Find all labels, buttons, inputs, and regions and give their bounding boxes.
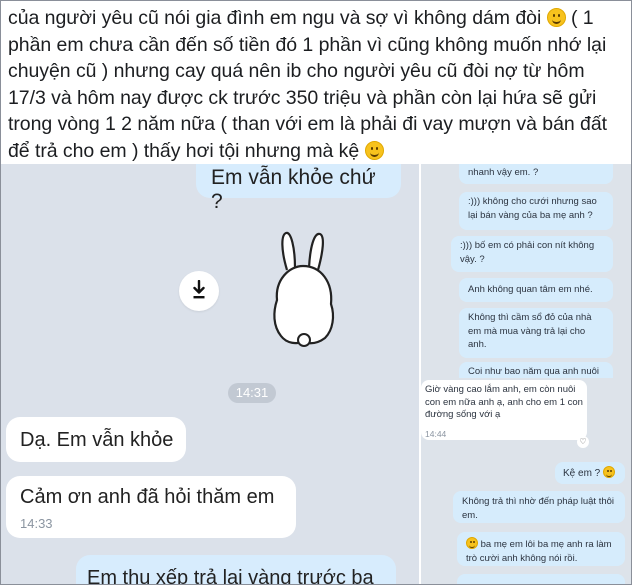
sent-message-bubble: :))) không cho cưới nhưng sao lại bán và… — [459, 192, 613, 230]
received-message-bubble: Cảm ơn anh đã hỏi thăm em 14:33 — [6, 476, 296, 538]
collage-frame: của người yêu cũ nói gia đình em ngu và … — [0, 0, 632, 585]
message-timestamp: 14:33 — [20, 516, 53, 531]
timestamp-pill: 14:31 — [228, 383, 276, 403]
download-button[interactable] — [179, 271, 219, 311]
sent-message-bubble: Kệ em ? — [555, 462, 625, 484]
slightly-smiling-face-icon — [546, 8, 566, 27]
caption-line-1: của người yêu cũ nói gia đình em ngu và … — [8, 7, 594, 29]
post-caption: của người yêu cũ nói gia đình em ngu và … — [1, 1, 631, 162]
sent-message-bubble: Coi như bao năm qua anh nuôi — [459, 362, 613, 378]
grinning-face-icon — [466, 537, 478, 549]
received-message-bubble: Dạ. Em vẫn khỏe — [6, 417, 186, 462]
heart-reaction-icon[interactable]: ♡ — [577, 436, 589, 448]
sent-message-bubble: Anh không quan tâm em nhé. — [459, 278, 613, 302]
received-message-bubble: Giờ vàng cao lắm anh, em còn nuôi con em… — [421, 380, 587, 440]
sent-message-bubble: nhanh vậy em. ? — [459, 164, 613, 184]
caption-line-6: để trả cho em ) thấy hơi tội nhưng mà kệ — [8, 138, 625, 165]
caption-line-3: chuyện cũ ) nhưng cay quá nên ib cho ngư… — [8, 60, 585, 82]
sent-message-bubble: Không thì cầm sổ đỏ của nhà em mà mua và… — [459, 308, 613, 358]
sent-message-bubble: ... — [457, 574, 625, 584]
sent-message-bubble: Không trả thì nhờ đến pháp luật thôi em. — [453, 491, 625, 523]
white-bunny-sticker — [273, 231, 335, 347]
caption-line-4: 17/3 và hôm nay được ck trước 350 triệu … — [8, 86, 597, 109]
sent-message-bubble: ba mẹ em lôi ba mẹ anh ra làm trò cười a… — [457, 532, 625, 566]
slightly-smiling-face-icon — [364, 140, 384, 160]
sent-message-bubble: Em vẫn khỏe chứ ? — [196, 164, 401, 213]
grinning-face-icon — [603, 466, 616, 478]
sent-message-bubble: Em thu xếp trả lại vàng trước ba — [76, 555, 396, 584]
caption-line-5: trong vòng 1 2 năm nữa ( than với em là … — [8, 113, 607, 135]
chat-screenshot-right-top: nhanh vậy em. ? :))) không cho cưới nhưn… — [421, 164, 631, 378]
caption-line-2: phần em chưa cần đến số tiền đó 1 phần v… — [8, 33, 607, 56]
message-timestamp: 14:44 — [425, 429, 447, 439]
download-arrow-icon — [193, 280, 205, 299]
sent-message-bubble: :))) bố em có phải con nít không vậy. ? — [451, 236, 613, 272]
chat-screenshot-left: Em vẫn khỏe chứ ? 14:31 Dạ. Em vẫn khỏe … — [1, 164, 419, 584]
chat-screenshot-right-bottom: Giờ vàng cao lắm anh, em còn nuôi con em… — [421, 378, 631, 584]
